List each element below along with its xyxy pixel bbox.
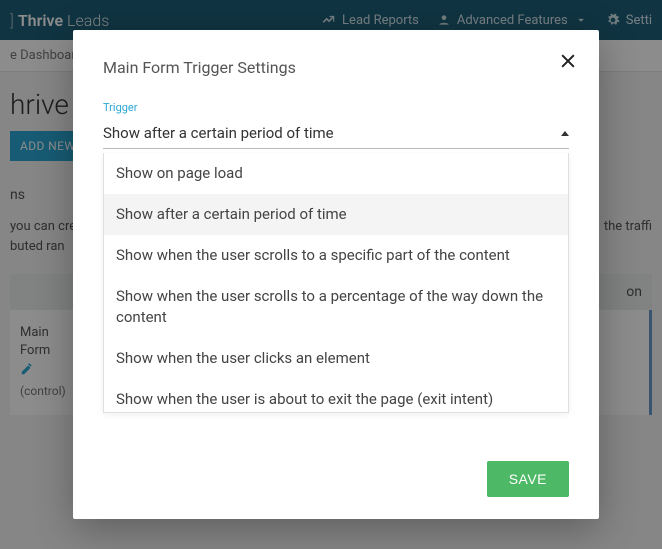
trigger-option[interactable]: Show when the user scrolls to a specific…: [104, 235, 568, 276]
trigger-settings-modal: Main Form Trigger Settings Trigger Show …: [73, 30, 599, 519]
trigger-option[interactable]: Show on page load: [104, 153, 568, 194]
save-button[interactable]: SAVE: [487, 461, 569, 497]
caret-up-icon: [561, 131, 569, 136]
modal-footer: SAVE: [103, 443, 569, 497]
trigger-select[interactable]: Show after a certain period of time: [103, 118, 569, 149]
trigger-option[interactable]: Show when the user clicks an element: [104, 338, 568, 379]
trigger-select-value: Show after a certain period of time: [103, 124, 334, 142]
trigger-field-label: Trigger: [103, 101, 569, 114]
trigger-option[interactable]: Show when the user scrolls to a percenta…: [104, 276, 568, 338]
close-icon: [558, 51, 578, 71]
trigger-option[interactable]: Show after a certain period of time: [104, 194, 568, 235]
trigger-dropdown: Show on page loadShow after a certain pe…: [103, 153, 569, 413]
trigger-option[interactable]: Show when the user is about to exit the …: [104, 379, 568, 413]
modal-title: Main Form Trigger Settings: [103, 58, 569, 77]
close-button[interactable]: [555, 48, 581, 74]
